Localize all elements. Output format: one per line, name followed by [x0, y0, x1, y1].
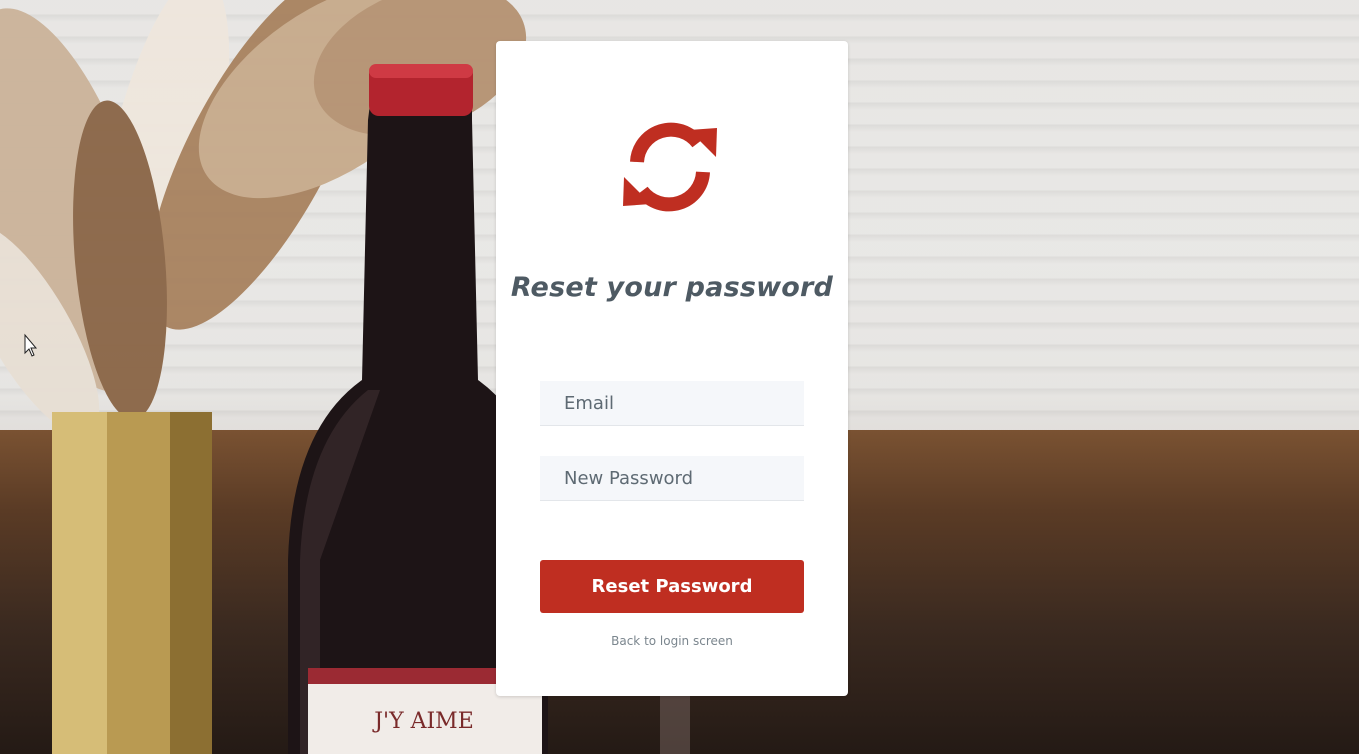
bottle-label-text: J'Y AIME — [372, 709, 474, 734]
reset-password-card: Reset your password Reset Password Back … — [496, 41, 848, 696]
email-field[interactable] — [540, 381, 804, 426]
page-title-text: Reset your password — [510, 272, 834, 303]
new-password-field[interactable] — [540, 456, 804, 501]
reset-password-button[interactable]: Reset Password — [540, 560, 804, 613]
back-to-login-link[interactable]: Back to login screen — [496, 634, 848, 648]
page-title: Reset your password — [496, 270, 848, 305]
refresh-icon — [623, 122, 717, 212]
